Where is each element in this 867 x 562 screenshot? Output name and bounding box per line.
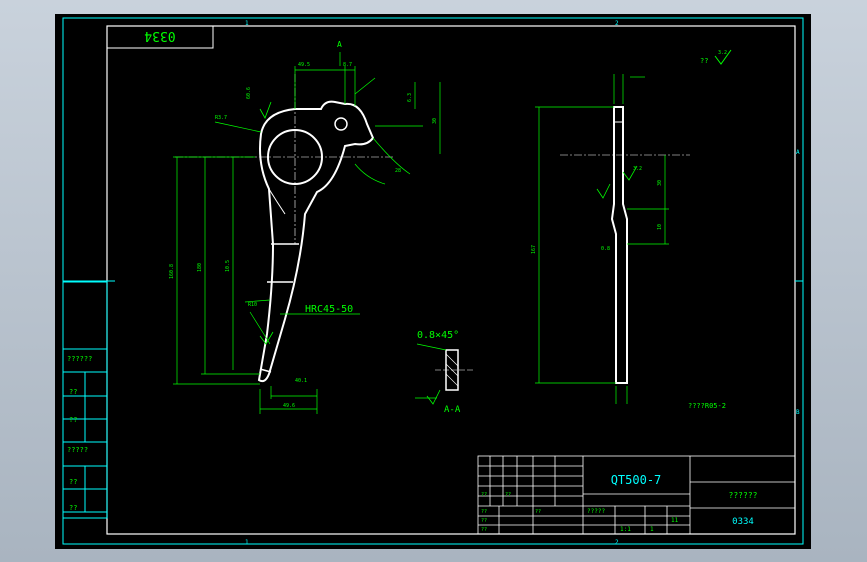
- zone-marker: A: [796, 149, 800, 156]
- left-block-label: ??: [69, 504, 77, 512]
- dim-text: R3.7: [215, 115, 227, 121]
- hardness-note: HRC45-50: [305, 304, 353, 315]
- dim-text: 8.7: [343, 62, 352, 68]
- chamfer-note: 0.8×45°: [417, 330, 459, 341]
- left-block-label: ??: [69, 416, 77, 424]
- title-count: 11: [671, 517, 679, 524]
- dim-text: 40.1: [295, 378, 307, 384]
- dim-text: 60.6: [246, 87, 252, 99]
- dim-text: R10: [248, 302, 257, 308]
- zone-marker: B: [796, 409, 800, 416]
- title-row-label: ??: [535, 509, 541, 515]
- side-view[interactable]: [560, 106, 690, 384]
- tech-note: ????R05-2: [688, 402, 726, 410]
- dim-text: 10: [657, 224, 663, 230]
- roughness-symbol: [259, 101, 272, 119]
- title-stamp: 0334: [144, 28, 175, 43]
- dim-text: 28: [395, 168, 401, 174]
- part-name: ??????: [729, 491, 758, 500]
- title-row-label: ??: [481, 509, 487, 515]
- left-block-label: ??: [69, 388, 77, 396]
- section-label: A-A: [444, 405, 461, 415]
- outer-border: [62, 17, 804, 545]
- dim-text: 160.8: [169, 264, 175, 279]
- dim-text: 180: [197, 263, 203, 272]
- main-dimensions: [173, 66, 441, 414]
- dim-text: 30: [432, 118, 438, 124]
- dim-text: 167: [531, 245, 537, 254]
- zone-marker: 2: [615, 20, 619, 27]
- title-row-label: ??: [481, 518, 487, 524]
- roughness-symbol: [596, 183, 611, 199]
- zone-marker: 1: [245, 539, 249, 546]
- drawing-canvas[interactable]: 1 2 1 2 A B 0334 ?? 3.2 ?????? ?? ?? ???…: [55, 14, 811, 549]
- dim-text: 30: [657, 180, 663, 186]
- roughness-value: 3.2: [718, 50, 727, 56]
- section-aa-view[interactable]: [415, 343, 475, 405]
- title-row-label: ??: [481, 492, 487, 498]
- title-sheet: 1: [650, 526, 654, 533]
- inner-border: [106, 25, 796, 535]
- material: QT500-7: [611, 473, 662, 487]
- left-block-label: ??: [69, 478, 77, 486]
- dim-text: 49.5: [298, 62, 310, 68]
- title-row-label: ??: [505, 492, 511, 498]
- title-row-label: ??: [481, 527, 487, 533]
- dim-text: 6.3: [407, 93, 413, 102]
- dim-text: 49.6: [283, 403, 295, 409]
- dim-text: 3.2: [633, 166, 642, 172]
- roughness-note: ??: [700, 57, 708, 65]
- side-dimensions: [535, 74, 669, 404]
- zone-marker: 1: [245, 20, 249, 27]
- title-mark: ?????: [587, 508, 605, 515]
- drawing-number: 0334: [732, 517, 754, 527]
- dim-text: 10.5: [225, 260, 231, 272]
- view-label: A: [337, 40, 342, 49]
- left-block-label: ??????: [67, 355, 92, 363]
- main-view[interactable]: [175, 74, 395, 383]
- title-scale: 1:1: [620, 526, 631, 533]
- dim-text: 0.8: [601, 246, 610, 252]
- cad-viewport[interactable]: 1 2 1 2 A B 0334 ?? 3.2 ?????? ?? ?? ???…: [55, 14, 811, 549]
- zone-marker: 2: [615, 539, 619, 546]
- left-block-label: ?????: [67, 446, 88, 454]
